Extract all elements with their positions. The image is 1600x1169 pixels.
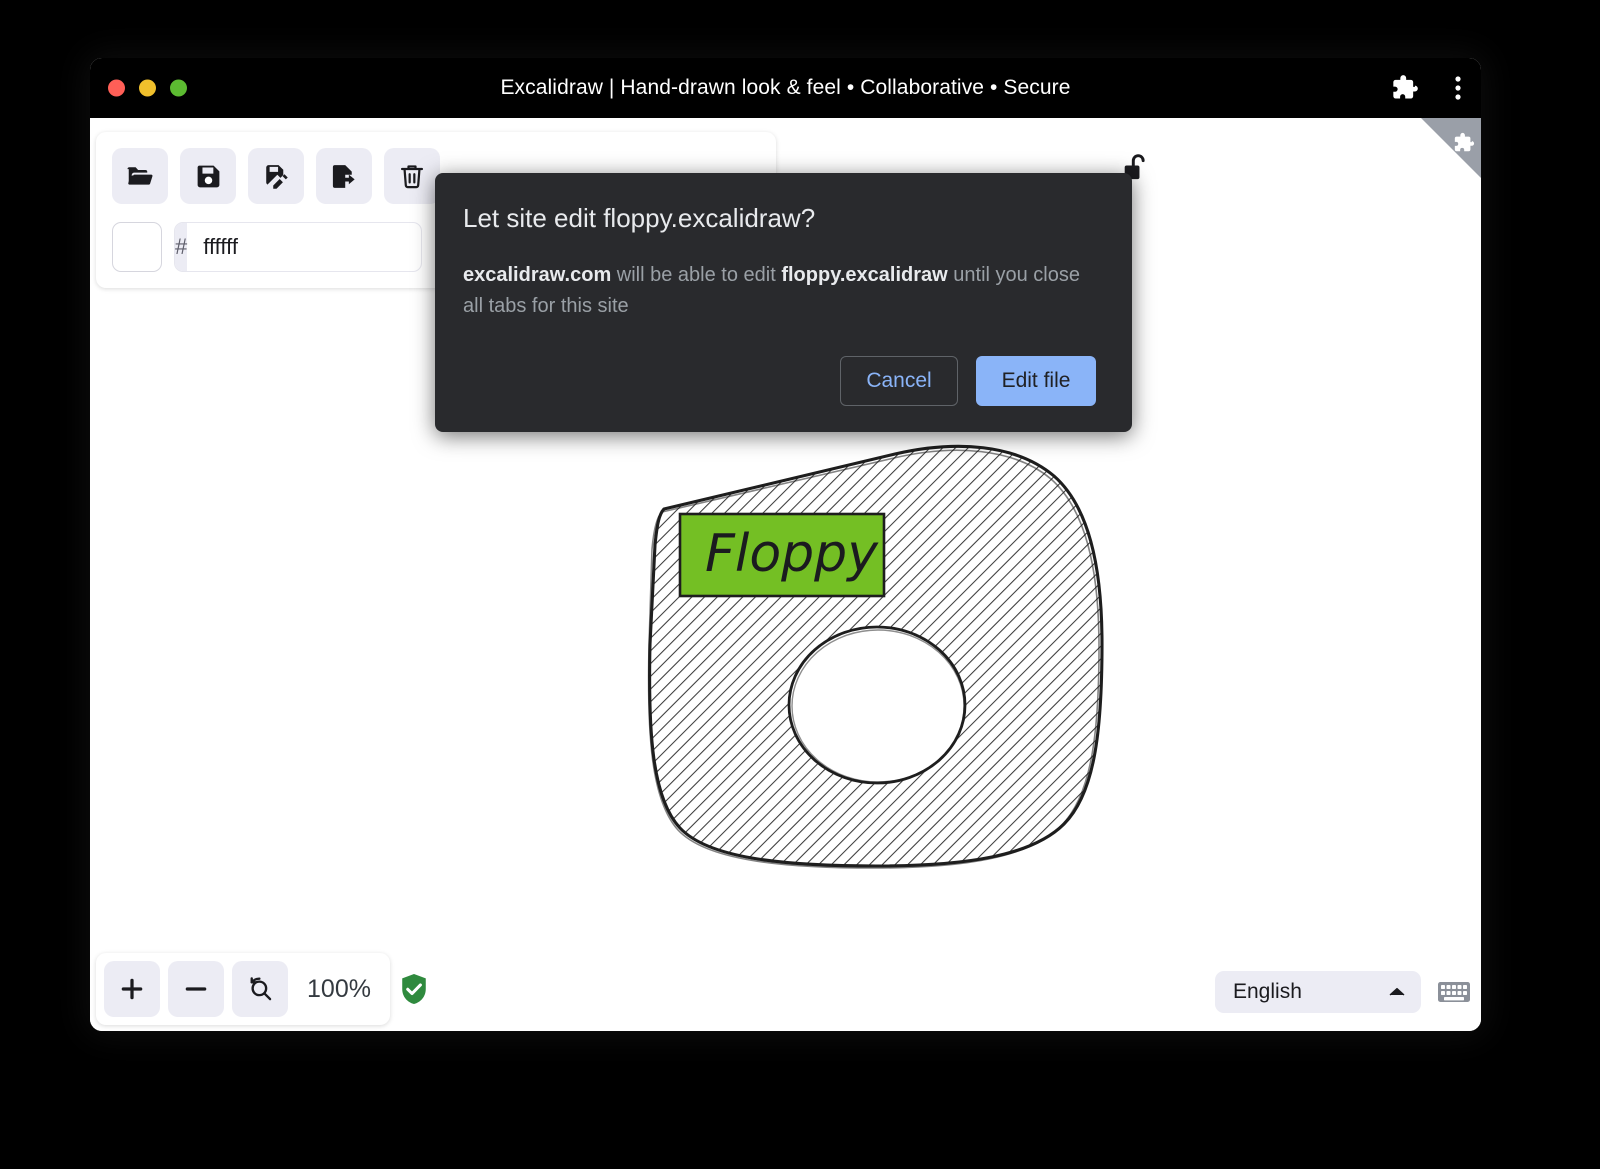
dialog-title: Let site edit floppy.excalidraw?: [463, 203, 1096, 234]
folder-open-icon: [125, 161, 155, 191]
minimize-window-button[interactable]: [139, 80, 156, 97]
color-hash-prefix: #: [175, 223, 187, 271]
minus-icon: [183, 976, 209, 1002]
security-badge[interactable]: [398, 972, 430, 1011]
library-corner-badge: [1421, 118, 1481, 178]
edit-file-button[interactable]: Edit file: [976, 356, 1096, 406]
zoom-in-button[interactable]: [104, 961, 160, 1017]
dialog-body: excalidraw.com will be able to edit flop…: [463, 260, 1096, 322]
excalidraw-canvas[interactable]: Floppy: [90, 118, 1481, 1031]
language-select-value: English: [1233, 980, 1302, 1004]
save-button[interactable]: [180, 148, 236, 204]
floppy-disk-icon: [194, 162, 223, 191]
reset-zoom-button[interactable]: [232, 961, 288, 1017]
dialog-origin: excalidraw.com: [463, 264, 611, 286]
trash-icon: [398, 162, 426, 190]
library-corner-triangle: [1421, 118, 1481, 178]
floppy-label[interactable]: Floppy: [680, 514, 884, 596]
title-bar-right-controls: [1391, 74, 1461, 102]
zoom-reset-icon: [247, 976, 274, 1003]
extensions-icon[interactable]: [1391, 74, 1419, 102]
color-swatch-button[interactable]: [112, 222, 162, 272]
dialog-body-middle: will be able to edit: [611, 264, 781, 286]
zoom-island: 100%: [96, 953, 390, 1025]
dialog-file-name: floppy.excalidraw: [781, 264, 947, 286]
file-export-icon: [330, 162, 359, 191]
floppy-label-text: Floppy: [705, 524, 879, 584]
keyboard-icon: [1437, 979, 1471, 1005]
shield-check-icon: [398, 972, 430, 1006]
save-as-button[interactable]: [248, 148, 304, 204]
window-title: Excalidraw | Hand-drawn look & feel • Co…: [90, 76, 1481, 100]
traffic-light-controls: [108, 80, 187, 97]
browser-menu-icon[interactable]: [1455, 75, 1461, 101]
floppy-hub: [789, 627, 965, 783]
zoom-level-label[interactable]: 100%: [296, 975, 382, 1004]
maximize-window-button[interactable]: [170, 80, 187, 97]
browser-window: Excalidraw | Hand-drawn look & feel • Co…: [90, 58, 1481, 1031]
cancel-button[interactable]: Cancel: [840, 356, 958, 406]
floppy-disk-pencil-icon: [262, 162, 291, 191]
plus-icon: [119, 976, 145, 1002]
floppy-disk-drawing[interactable]: Floppy: [595, 413, 1155, 893]
color-input-wrapper: #: [174, 222, 422, 272]
title-bar: Excalidraw | Hand-drawn look & feel • Co…: [90, 58, 1481, 118]
keyboard-shortcuts-button[interactable]: [1437, 979, 1471, 1005]
open-button[interactable]: [112, 148, 168, 204]
color-hex-input[interactable]: [187, 223, 422, 271]
close-window-button[interactable]: [108, 80, 125, 97]
reset-canvas-button[interactable]: [384, 148, 440, 204]
zoom-out-button[interactable]: [168, 961, 224, 1017]
dialog-actions: Cancel Edit file: [463, 356, 1096, 406]
chevron-up-icon: [1389, 987, 1405, 997]
footer-right-controls: English: [1215, 971, 1471, 1013]
export-button[interactable]: [316, 148, 372, 204]
language-select[interactable]: English: [1215, 971, 1421, 1013]
library-puzzle-icon: [1453, 132, 1475, 154]
permission-dialog: Let site edit floppy.excalidraw? excalid…: [435, 173, 1132, 432]
